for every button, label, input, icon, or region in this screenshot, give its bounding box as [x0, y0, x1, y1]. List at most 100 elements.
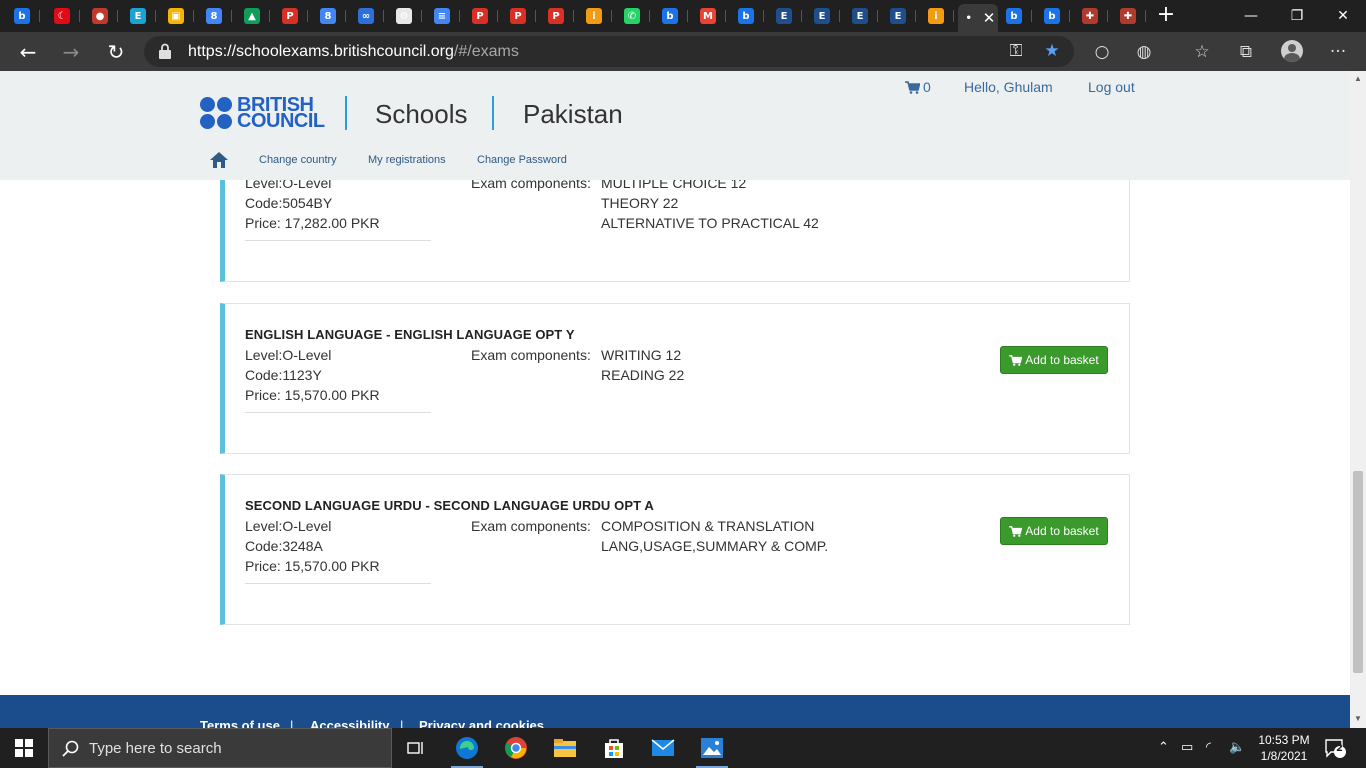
infinity-icon: ∞ — [358, 8, 374, 24]
gear-icon: ⚙ — [396, 8, 412, 24]
forward-button[interactable]: → — [58, 39, 84, 65]
start-button[interactable] — [0, 728, 48, 768]
tab-separator — [269, 10, 270, 22]
browser-tab[interactable]: 8 — [196, 4, 232, 28]
photos-icon — [701, 738, 723, 758]
system-clock[interactable]: 10:53 PM 1/8/2021 — [1255, 732, 1313, 764]
cart-link[interactable]: 0 — [905, 79, 931, 95]
browser-tab[interactable]: ▣ — [158, 4, 194, 28]
close-tab-icon[interactable]: ✕ — [983, 9, 996, 27]
browser-tab[interactable]: ☾ — [44, 4, 80, 28]
refresh-button[interactable]: ↻ — [103, 39, 129, 65]
favorite-star-icon[interactable]: ★ — [1040, 39, 1064, 63]
browser-tab[interactable]: E — [842, 4, 878, 28]
my-registrations-link[interactable]: My registrations — [368, 154, 446, 166]
change-password-link[interactable]: Change Password — [477, 154, 567, 166]
browser-tab[interactable]: M — [690, 4, 726, 28]
close-window-button[interactable]: ✕ — [1320, 0, 1366, 32]
browser-tab[interactable]: b — [728, 4, 764, 28]
task-view-button[interactable] — [392, 728, 440, 768]
collections-icon[interactable]: ⧉ — [1234, 40, 1258, 64]
wifi-icon[interactable]: ◜ — [1206, 740, 1211, 755]
globe-icon[interactable]: ◍ — [1132, 40, 1156, 64]
scroll-up-arrow-icon[interactable]: ▲ — [1353, 74, 1363, 84]
taskbar-mail[interactable] — [639, 728, 687, 768]
more-menu-icon[interactable]: ··· — [1326, 40, 1350, 64]
browser-tab[interactable]: b — [1034, 4, 1070, 28]
tab-separator — [1107, 10, 1108, 22]
bing-icon: b — [1006, 8, 1022, 24]
privacy-link[interactable]: Privacy and cookies — [419, 718, 544, 728]
favorites-list-icon[interactable]: ☆ — [1190, 40, 1214, 64]
volume-icon[interactable]: 🔈 — [1229, 740, 1245, 755]
browser-tab[interactable]: ⚙ — [386, 4, 422, 28]
browser-tab[interactable]: b — [4, 4, 40, 28]
e-app-icon: E — [130, 8, 146, 24]
browser-tab[interactable]: b — [652, 4, 688, 28]
divider — [245, 240, 431, 241]
home-icon[interactable] — [209, 151, 229, 169]
taskbar-chrome[interactable] — [492, 728, 540, 768]
scrollbar-thumb[interactable] — [1353, 471, 1363, 673]
browser-tab[interactable]: ● — [82, 4, 118, 28]
exam-title: ENGLISH LANGUAGE - ENGLISH LANGUAGE OPT … — [245, 327, 575, 342]
browser-tab[interactable]: E — [120, 4, 156, 28]
minimize-button[interactable]: — — [1228, 0, 1274, 32]
browser-tab[interactable]: P — [272, 4, 308, 28]
browser-tab[interactable]: ✆ — [614, 4, 650, 28]
whatsapp-icon: ✆ — [624, 8, 640, 24]
browser-tab[interactable]: E — [880, 4, 916, 28]
taskbar-store[interactable] — [590, 728, 638, 768]
action-center-button[interactable]: 2 — [1324, 738, 1346, 762]
browser-tab[interactable]: i — [918, 4, 954, 28]
address-bar[interactable]: https://schoolexams.britishcouncil.org/#… — [144, 36, 1074, 67]
browser-tab[interactable]: ≡ — [424, 4, 460, 28]
browser-tab[interactable]: b — [996, 4, 1032, 28]
pdf-icon: P — [282, 8, 298, 24]
key-icon[interactable]: ⚿ — [1004, 39, 1028, 63]
mail-icon — [651, 739, 675, 756]
british-council-logo[interactable]: BRITISH COUNCIL — [200, 95, 325, 131]
page-viewport: Level:O-Level Code:5054BY Price: 17,282.00… — [0, 71, 1350, 728]
browser-tab[interactable]: • ✕ — [958, 4, 998, 32]
browser-tab[interactable]: E — [804, 4, 840, 28]
browser-tab[interactable]: P — [500, 4, 536, 28]
scroll-down-arrow-icon[interactable]: ▼ — [1353, 714, 1363, 724]
browser-tab[interactable]: i — [576, 4, 612, 28]
battery-icon[interactable]: ▭ — [1181, 740, 1193, 755]
terms-link[interactable]: Terms of use — [200, 718, 280, 728]
profile-avatar[interactable] — [1281, 40, 1303, 62]
browser-tab[interactable]: ✚ — [1072, 4, 1108, 28]
browser-tab[interactable]: P — [462, 4, 498, 28]
accessibility-link[interactable]: Accessibility — [310, 718, 390, 728]
red-app-icon: ● — [92, 8, 108, 24]
add-to-basket-button[interactable]: Add to basket — [1000, 517, 1108, 545]
circle-extension-icon[interactable]: ○ — [1090, 40, 1114, 64]
change-country-link[interactable]: Change country — [259, 154, 337, 166]
add-to-basket-button[interactable]: Add to basket — [1000, 346, 1108, 374]
taskbar-search[interactable]: Type here to search — [48, 728, 392, 768]
new-tab-button[interactable]: + — [1154, 4, 1178, 28]
page-scrollbar[interactable]: ▲ ▼ — [1350, 71, 1366, 728]
taskbar-file-explorer[interactable] — [541, 728, 589, 768]
browser-tab[interactable]: ∞ — [348, 4, 384, 28]
browser-tab[interactable]: 8 — [310, 4, 346, 28]
browser-tab[interactable]: E — [766, 4, 802, 28]
exam-code: Code:5054BY — [245, 195, 333, 211]
taskbar-photos[interactable] — [688, 728, 736, 768]
browser-tab[interactable]: P — [538, 4, 574, 28]
browser-tab[interactable]: ▲ — [234, 4, 270, 28]
tab-separator — [725, 10, 726, 22]
cart-icon — [1009, 525, 1023, 537]
browser-tab[interactable]: ✚ — [1110, 4, 1146, 28]
tab-separator — [763, 10, 764, 22]
tray-chevron-icon[interactable]: ⌃ — [1158, 740, 1169, 755]
logout-link[interactable]: Log out — [1088, 79, 1135, 95]
divider — [245, 412, 431, 413]
taskbar-edge[interactable] — [443, 728, 491, 768]
calendar-icon: 8 — [320, 8, 336, 24]
back-button[interactable]: ← — [15, 39, 41, 65]
restore-button[interactable]: ❐ — [1274, 0, 1320, 32]
tab-separator — [839, 10, 840, 22]
tab-separator — [1145, 10, 1146, 22]
